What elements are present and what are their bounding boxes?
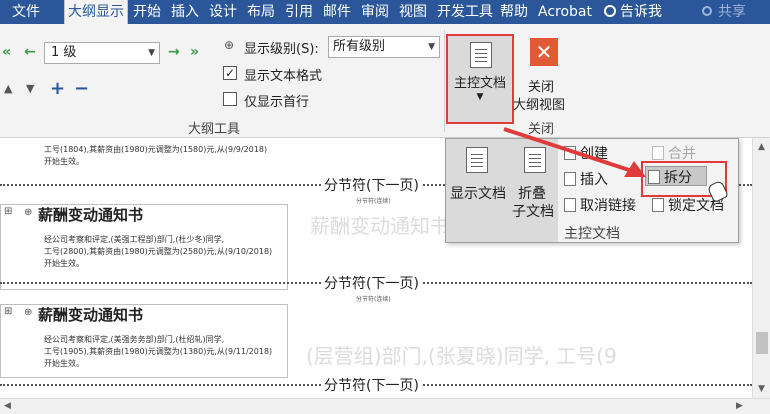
group-separator [444,30,445,132]
person-icon [702,6,712,16]
move-down-icon[interactable]: ▼ [26,82,34,95]
promote-icon[interactable]: ← [24,44,36,60]
ribbon: « ← 1 级 ▼ → » ▲ ▼ + − ⊕ 显示级别(S): 所有级别 ▼ … [0,24,770,138]
body-text-line: 经公司考察和评定,(美强工程部)部门,(杜少冬)同学, [44,235,225,244]
section-break-continuous: 分节符(连续) [356,198,391,205]
section-break-continuous: 分节符(连续) [356,296,391,303]
tell-me-label: 告诉我 [620,4,662,20]
annotation-arrow-icon [503,127,646,177]
unlink-button[interactable]: 取消链接 [564,195,636,215]
heading-text: 薪酬变动通知书 [38,306,144,324]
body-text-line: 开始生效。 [44,259,84,268]
chevron-down-icon: ▼ [476,92,484,102]
ribbon-tab-bar: 文件 大纲显示 开始 插入 设计 布局 引用 邮件 审阅 视图 开发工具 帮助 … [0,0,770,24]
section-break-label: 分节符(下一页) [322,175,421,195]
show-text-format-label: 显示文本格式 [244,69,323,84]
body-text-line: 工号(1905),其薪资由(1980)元调整为(1380)元,从(9/11/20… [44,347,273,356]
tab-references[interactable]: 引用 [282,0,316,24]
section-break: 分节符(下一页) [0,375,752,395]
section-break-label: 分节符(下一页) [322,375,421,395]
show-level-icon: ⊕ [224,38,235,52]
chevron-down-icon: ▼ [148,48,155,58]
unlink-icon [564,198,576,212]
tell-me-button[interactable]: 告诉我 [604,0,662,24]
background-watermark: (层营组)部门,(张夏晓)同学, 工号(9 [306,344,617,368]
move-up-icon[interactable]: ▲ [4,82,12,95]
merge-label: 合并 [668,146,696,162]
expand-subdoc-icon[interactable]: ⊞ [4,306,12,317]
chevron-down-icon: ▼ [428,42,435,52]
section-break-label: 分节符(下一页) [322,273,421,293]
tab-insert[interactable]: 插入 [168,0,202,24]
tab-developer[interactable]: 开发工具 [434,0,496,24]
heading-text: 薪酬变动通知书 [38,206,144,224]
unlink-label: 取消链接 [580,198,636,214]
demote-icon[interactable]: → [168,44,180,60]
tab-home[interactable]: 开始 [130,0,164,24]
scroll-right-icon[interactable]: ▶ [736,401,743,411]
outline-bullet-icon: ⊕ [24,307,33,318]
first-line-only-label: 仅显示首行 [244,95,310,110]
search-icon [604,5,616,17]
show-level-combo[interactable]: 所有级别 ▼ [328,36,440,58]
body-text-line: 开始生效。 [44,359,84,368]
tab-help[interactable]: 帮助 [496,0,532,24]
outline-level-value: 1 级 [51,45,77,60]
expand-icon[interactable]: + [50,78,65,99]
scroll-down-icon[interactable]: ▼ [758,384,765,394]
show-level-value: 所有级别 [333,39,386,54]
first-line-only-checkbox[interactable] [223,92,237,106]
share-button[interactable]: 共享 [702,0,746,24]
promote-to-heading-icon[interactable]: « [2,44,11,60]
body-text-line: 开始生效。 [44,157,84,166]
expand-subdoc-icon[interactable]: ⊞ [4,206,12,217]
tab-review[interactable]: 审阅 [358,0,392,24]
split-label: 拆分 [664,170,692,186]
background-watermark: 薪酬变动通知书 [310,214,450,238]
body-text-line: 工号(1804),其薪资由(1980)元调整为(1580)元,从(9/9/201… [44,145,268,154]
collapse-line1: 折叠 [518,186,546,202]
tab-mailings[interactable]: 邮件 [320,0,354,24]
body-text-line: 经公司考察和评定,(美强务务部)部门,(杜绍轧)同学, [44,335,225,344]
split-button[interactable]: 拆分 [648,167,692,187]
show-document-label: 显示文档 [450,186,506,202]
show-document-icon [466,147,488,173]
tab-design[interactable]: 设计 [206,0,240,24]
demote-to-body-icon[interactable]: » [190,44,199,60]
merge-icon [652,146,664,160]
lock-icon [652,198,664,212]
close-outline-icon[interactable]: ✕ [530,38,558,66]
tab-outline[interactable]: 大纲显示 [64,0,128,24]
outline-bullet-icon: ⊕ [24,207,33,218]
vertical-scrollbar[interactable]: ▲ ▼ [752,138,770,398]
vertical-scroll-thumb[interactable] [756,332,768,354]
scroll-left-icon[interactable]: ◀ [4,401,11,411]
scroll-up-icon[interactable]: ▲ [758,142,765,152]
outline-tools-group-label: 大纲工具 [188,122,241,137]
master-document-label: 主控文档 [453,76,506,91]
master-document-icon [470,42,492,68]
close-outline-line2[interactable]: 大纲视图 [513,94,565,113]
tab-view[interactable]: 视图 [396,0,430,24]
show-level-label: 显示级别(S): [244,42,319,57]
master-document-group-label: 主控文档 [564,226,620,242]
collapse-icon[interactable]: − [74,78,89,99]
master-document-button[interactable]: 主控文档 ▼ [446,34,514,124]
outline-level-combo[interactable]: 1 级 ▼ [44,42,160,64]
merge-button[interactable]: 合并 [652,143,696,163]
show-text-format-checkbox[interactable]: ✓ [223,66,237,80]
share-label: 共享 [718,4,746,20]
body-text-line: 工号(2800),其薪资由(1980)元调整为(2580)元,从(9/10/20… [44,247,273,256]
collapse-line2: 子文档 [512,204,554,220]
section-break: 分节符(下一页) [0,273,752,293]
close-outline-line1[interactable]: 关闭 [528,76,554,95]
horizontal-scrollbar[interactable]: ◀ ▶ [0,398,770,414]
tab-layout[interactable]: 布局 [244,0,278,24]
tab-acrobat[interactable]: Acrobat [534,0,596,24]
tab-file[interactable]: 文件 [4,0,48,24]
